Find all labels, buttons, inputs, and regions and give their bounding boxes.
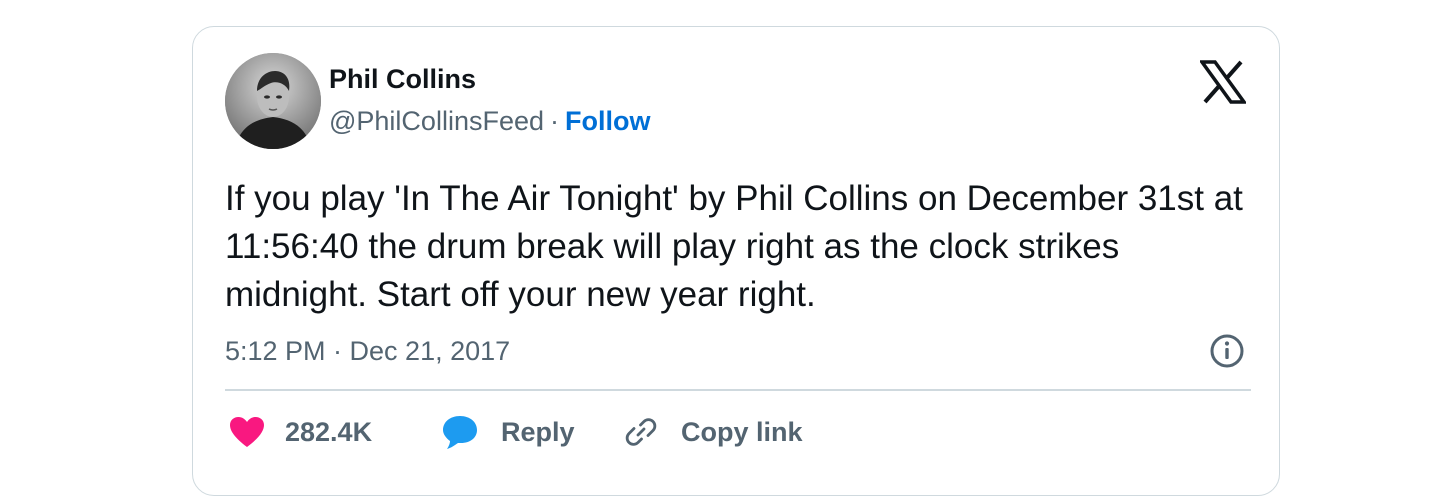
tweet-embed-card: Phil Collins @PhilCollinsFeed · Follow If … [192, 26, 1280, 496]
follow-button[interactable]: Follow [565, 106, 650, 136]
separator-dot: · [550, 106, 559, 136]
tweet-timestamp[interactable]: 5:12 PM · Dec 21, 2017 [225, 335, 510, 367]
reply-bubble-icon [443, 416, 477, 449]
x-logo-icon[interactable] [1198, 60, 1248, 104]
like-count: 282.4K [285, 416, 373, 447]
divider [225, 389, 1251, 391]
author-name[interactable]: Phil Collins [329, 63, 476, 95]
avatar[interactable] [225, 53, 321, 149]
reply-label: Reply [501, 416, 575, 447]
avatar-photo-icon [225, 53, 321, 149]
like-button[interactable]: 282.4K [229, 412, 372, 452]
heart-icon [230, 417, 264, 447]
link-icon [625, 418, 657, 446]
reply-button[interactable]: Reply [441, 412, 575, 452]
copy-link-label: Copy link [681, 416, 803, 447]
tweet-text: If you play 'In The Air Tonight' by Phil… [225, 179, 1243, 314]
author-handle[interactable]: @PhilCollinsFeed [329, 106, 544, 136]
author-handle-row: @PhilCollinsFeed · Follow [329, 105, 650, 137]
copy-link-button[interactable]: Copy link [623, 412, 803, 452]
info-icon[interactable] [1208, 332, 1246, 370]
